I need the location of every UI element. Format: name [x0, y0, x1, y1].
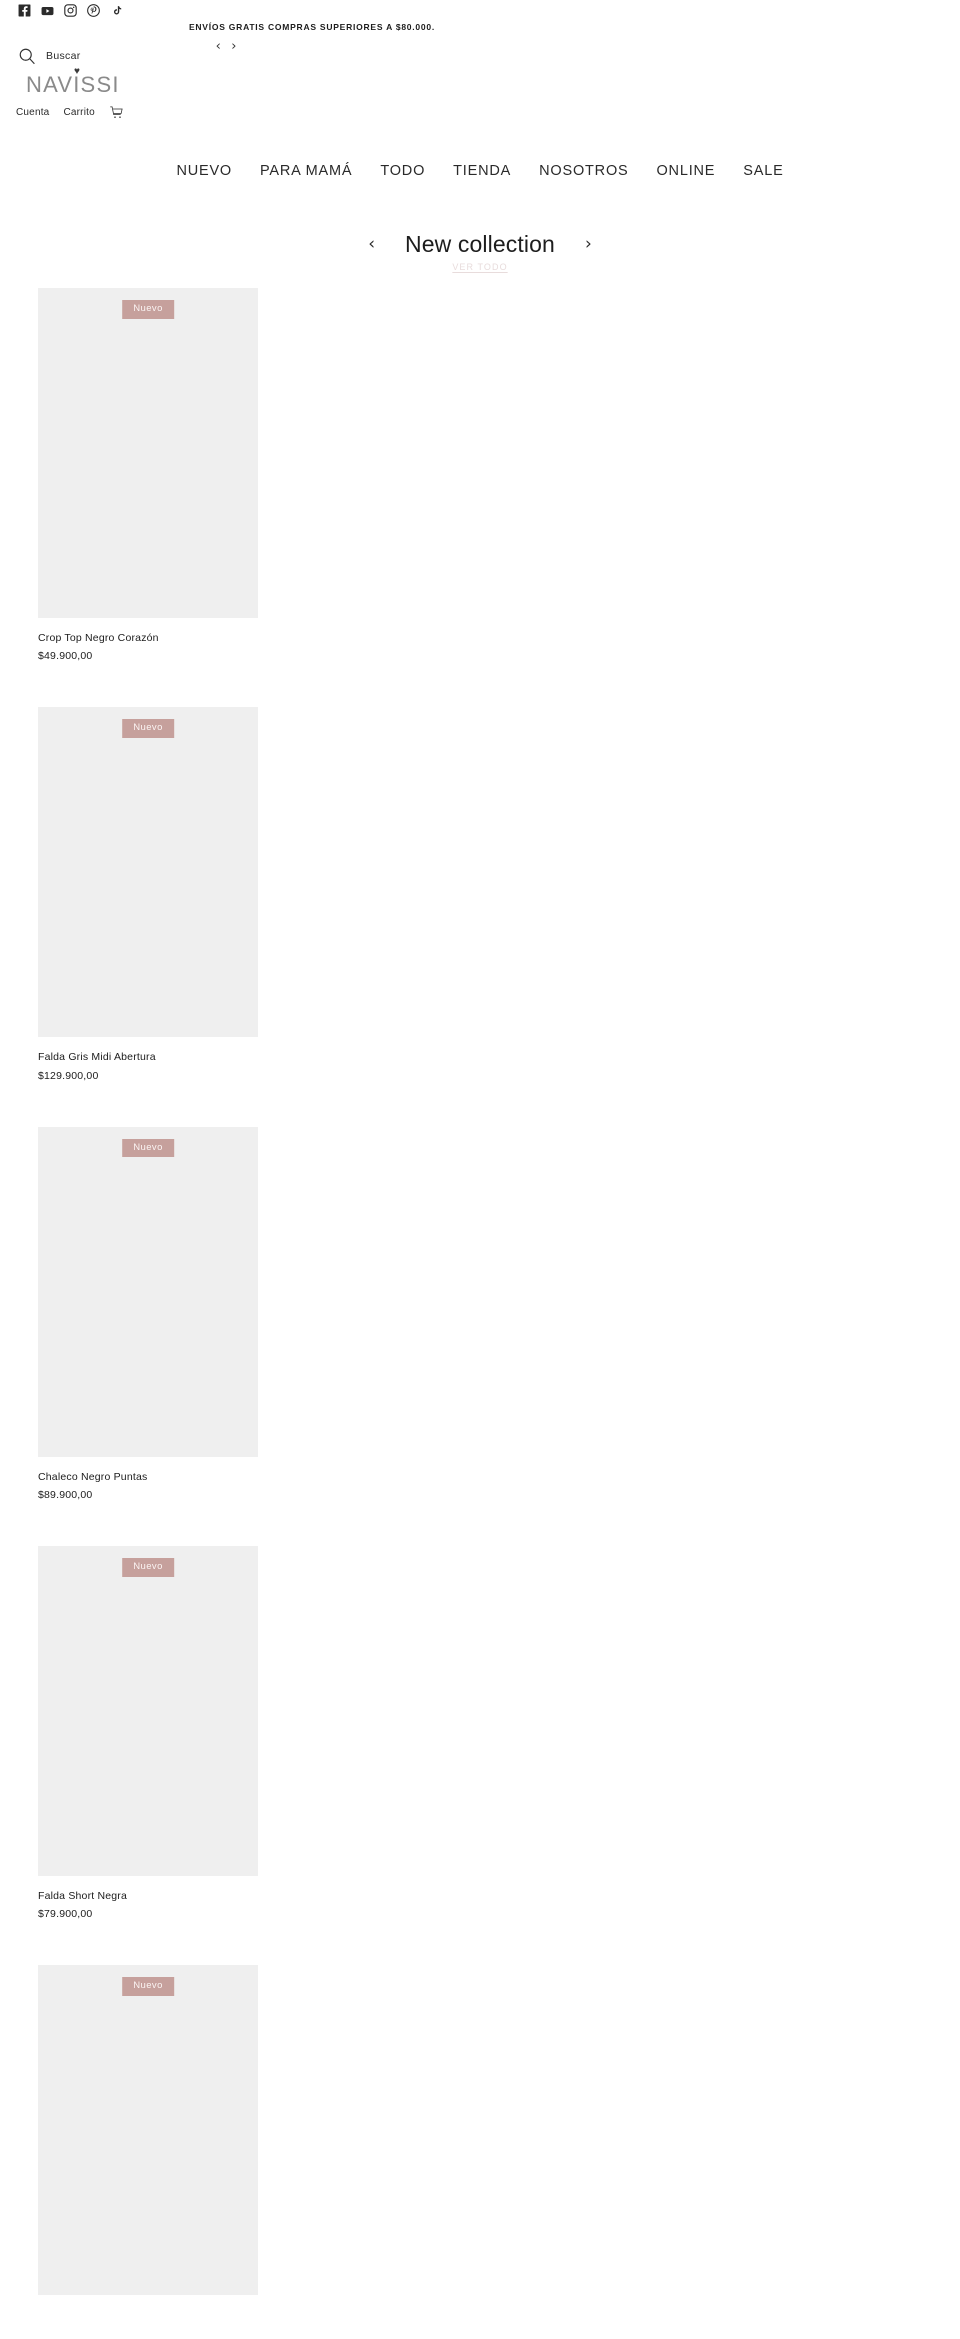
nav-item-nosotros[interactable]: NOSOTROS — [525, 163, 642, 179]
announcement-bar: ENVÍOS GRATIS COMPRAS SUPERIORES A $80.0… — [0, 23, 960, 32]
announcement-prev-button[interactable]: ‹ — [213, 40, 224, 53]
product-info: Falda Short Negra $79.900,00 — [38, 1876, 258, 1921]
instagram-icon[interactable] — [64, 4, 77, 17]
collection-prev-button[interactable]: ‹ — [368, 236, 375, 253]
product-info: Crop Top Negro Corazón $49.900,00 — [38, 618, 258, 663]
status-badge: Nuevo — [122, 719, 174, 738]
product-card: Nuevo Falda Short Negra $79.900,00 — [38, 1546, 922, 1921]
announcement-carousel-controls: ‹ › — [0, 38, 706, 54]
product-card: Nuevo Crop Top Negro Corazón $49.900,00 — [38, 288, 922, 663]
product-image[interactable]: Nuevo — [38, 707, 258, 1038]
status-badge: Nuevo — [122, 300, 174, 319]
product-title[interactable]: Crop Top Negro Corazón — [38, 631, 258, 645]
top-utility-bar: ENVÍOS GRATIS COMPRAS SUPERIORES A $80.0… — [0, 0, 960, 53]
product-image[interactable]: Nuevo — [38, 1546, 258, 1877]
search-button[interactable]: Buscar — [18, 47, 81, 65]
collection-next-button[interactable]: › — [585, 236, 592, 253]
collection-title-row: ‹ New collection › — [0, 231, 960, 257]
shopping-cart-icon[interactable] — [109, 105, 124, 120]
search-label: Buscar — [46, 50, 81, 62]
collection-title: New collection — [405, 231, 555, 257]
product-title[interactable]: Falda Short Negra — [38, 1889, 258, 1903]
status-badge: Nuevo — [122, 1558, 174, 1577]
announcement-next-button[interactable]: › — [228, 40, 239, 53]
nav-item-sale[interactable]: SALE — [729, 163, 797, 179]
product-title[interactable]: Chaleco Negro Puntas — [38, 1470, 258, 1484]
nav-item-tienda[interactable]: TIENDA — [439, 163, 525, 179]
site-logo[interactable]: NAVISSI ♥ — [26, 67, 120, 97]
facebook-icon[interactable] — [18, 4, 31, 17]
product-price: $89.900,00 — [38, 1488, 93, 1501]
product-card: Nuevo — [38, 1965, 922, 2296]
youtube-icon[interactable] — [41, 4, 54, 17]
pinterest-icon[interactable] — [87, 4, 100, 17]
announcement-text: ENVÍOS GRATIS COMPRAS SUPERIORES A $80.0… — [188, 22, 436, 32]
product-price: $79.900,00 — [38, 1908, 93, 1921]
cart-link[interactable]: Carrito — [63, 107, 94, 118]
main-navigation: NUEVO PARA MAMÁ TODO TIENDA NOSOTROS ONL… — [0, 163, 960, 179]
collection-header: ‹ New collection › VER TODO — [0, 231, 960, 275]
product-image[interactable]: Nuevo — [38, 1965, 258, 2296]
product-card: Nuevo Chaleco Negro Puntas $89.900,00 — [38, 1126, 922, 1502]
product-info: Chaleco Negro Puntas $89.900,00 — [38, 1457, 258, 1502]
status-badge: Nuevo — [122, 1977, 174, 1996]
search-icon — [19, 48, 35, 65]
nav-item-nuevo[interactable]: NUEVO — [162, 163, 246, 179]
tiktok-icon[interactable] — [110, 4, 123, 17]
logo-heart-icon: ♥ — [74, 66, 80, 77]
status-badge: Nuevo — [122, 1138, 174, 1158]
product-price: $129.900,00 — [38, 1069, 99, 1082]
product-title[interactable]: Falda Gris Midi Abertura — [38, 1050, 258, 1064]
nav-item-todo[interactable]: TODO — [366, 163, 439, 179]
nav-item-para-mama[interactable]: PARA MAMÁ — [246, 163, 366, 179]
product-grid: Nuevo Crop Top Negro Corazón $49.900,00 … — [38, 288, 922, 2339]
product-info: Falda Gris Midi Abertura $129.900,00 — [38, 1037, 258, 1082]
account-cart-row: Cuenta Carrito — [16, 105, 124, 120]
product-image[interactable]: Nuevo — [38, 288, 258, 618]
social-links — [18, 4, 123, 17]
view-all-link[interactable]: VER TODO — [452, 262, 507, 272]
account-link[interactable]: Cuenta — [16, 107, 49, 118]
product-price: $49.900,00 — [38, 650, 93, 663]
product-card: Nuevo Falda Gris Midi Abertura $129.900,… — [38, 707, 922, 1082]
logo-text: NAVISSI — [26, 72, 120, 97]
nav-item-online[interactable]: ONLINE — [642, 163, 729, 179]
product-image[interactable]: Nuevo — [38, 1126, 258, 1457]
